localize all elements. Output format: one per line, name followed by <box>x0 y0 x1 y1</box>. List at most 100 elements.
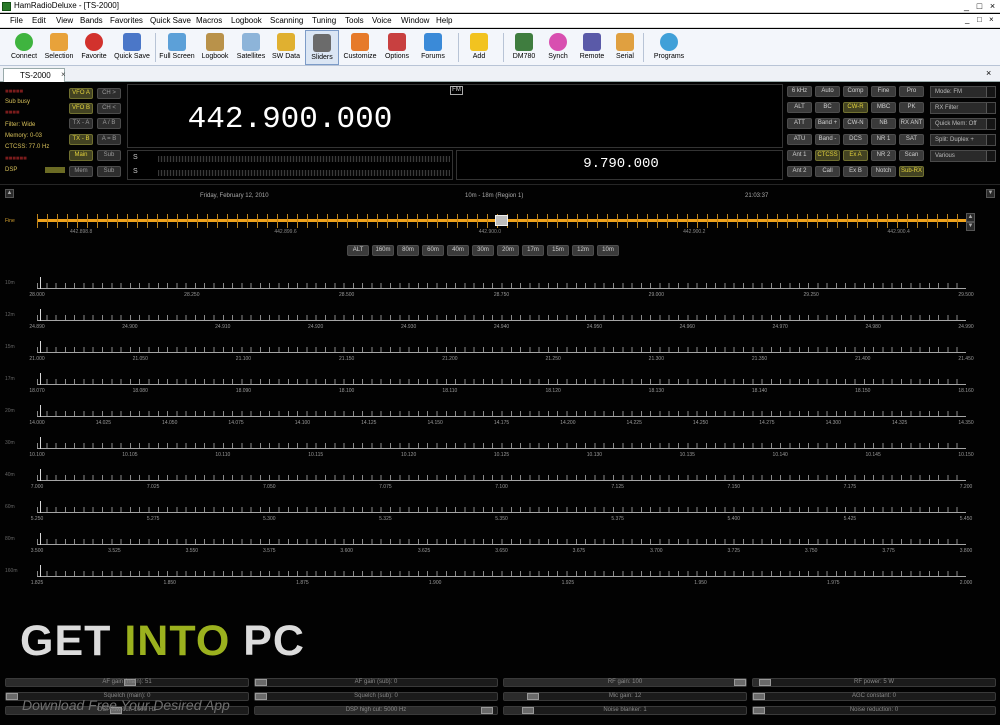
band-ruler[interactable] <box>37 277 966 289</box>
func-button-0-2[interactable]: Comp <box>843 86 868 97</box>
func-button-0-1[interactable]: Auto <box>815 86 840 97</box>
programs-button[interactable]: Programs <box>648 30 690 65</box>
band-ruler[interactable] <box>37 309 966 321</box>
band-cursor[interactable] <box>40 341 41 353</box>
func-button-2-3[interactable]: NB <box>871 118 896 129</box>
func-button-5-2[interactable]: Ex B <box>843 166 868 177</box>
func-button-3-4[interactable]: SAT <box>899 134 924 145</box>
options-button[interactable]: Options <box>381 30 413 65</box>
func-button-5-4[interactable]: Sub-RX <box>899 166 924 177</box>
scroll-up-button[interactable]: ▲ <box>5 189 14 198</box>
func-button-1-3[interactable]: MBC <box>871 102 896 113</box>
slider-0-0[interactable]: AF gain (main): 51 <box>5 678 249 687</box>
connect-button[interactable]: Connect <box>7 30 41 65</box>
dm780-button[interactable]: DM780 <box>508 30 540 65</box>
band-button-80m[interactable]: 80m <box>397 245 419 256</box>
fine-scroll-up-button[interactable]: ▲ <box>966 213 975 222</box>
menu-quick-save[interactable]: Quick Save <box>150 16 191 25</box>
func-button-3-3[interactable]: NR 1 <box>871 134 896 145</box>
band-cursor[interactable] <box>40 565 41 577</box>
func-button-4-3[interactable]: NR 2 <box>871 150 896 161</box>
sub-mem-button[interactable]: Sub <box>97 166 121 177</box>
split-dropdown[interactable]: Split: Duplex + <box>930 134 996 146</box>
band-cursor[interactable] <box>40 501 41 513</box>
band-scale-10m[interactable]: 10m 28.000 28.250 28.500 28.750 29.000 29.250 2… <box>0 277 1000 307</box>
tx-a-button[interactable]: TX - A <box>69 118 93 129</box>
remote-button[interactable]: Remote <box>576 30 608 65</box>
tab-close-icon[interactable]: × <box>61 70 66 79</box>
synch-button[interactable]: Synch <box>543 30 573 65</box>
func-button-4-0[interactable]: Ant 1 <box>787 150 812 161</box>
func-button-2-0[interactable]: ATT <box>787 118 812 129</box>
menu-view[interactable]: View <box>56 16 73 25</box>
band-scale-20m[interactable]: 20m 14.000 14.025 14.050 14.075 14.100 14.125 1… <box>0 405 1000 435</box>
band-scale-30m[interactable]: 30m 10.100 10.105 10.110 10.115 10.120 10.125 1… <box>0 437 1000 467</box>
menu-window[interactable]: Window <box>401 16 429 25</box>
quick-mem-dropdown[interactable]: Quick Mem: Off <box>930 118 996 130</box>
mdi-close-button[interactable]: × <box>989 15 994 24</box>
ch-down-button[interactable]: CH < <box>97 103 121 114</box>
band-button-17m[interactable]: 17m <box>522 245 544 256</box>
slider-1-2[interactable]: Mic gain: 12 <box>503 692 747 701</box>
band-scale-60m[interactable]: 60m 5.250 5.275 5.300 5.325 5.350 5.375 5.400 5.… <box>0 501 1000 531</box>
menu-edit[interactable]: Edit <box>32 16 46 25</box>
mem-button[interactable]: Mem <box>69 166 93 177</box>
slider-0-2[interactable]: RF gain: 100 <box>503 678 747 687</box>
band-cursor[interactable] <box>40 309 41 321</box>
band-button-alt[interactable]: ALT <box>347 245 369 256</box>
menu-macros[interactable]: Macros <box>196 16 222 25</box>
func-button-5-0[interactable]: Ant 2 <box>787 166 812 177</box>
func-button-4-2[interactable]: Ex A <box>843 150 868 161</box>
minimize-button[interactable]: _ <box>960 1 973 12</box>
func-button-4-4[interactable]: Scan <box>899 150 924 161</box>
a-b-swap-button[interactable]: A / B <box>97 118 121 129</box>
band-ruler[interactable] <box>37 437 966 449</box>
band-cursor[interactable] <box>40 405 41 417</box>
slider-2-2[interactable]: Noise blanker: 1 <box>503 706 747 715</box>
menu-favorites[interactable]: Favorites <box>110 16 143 25</box>
menu-scanning[interactable]: Scanning <box>270 16 303 25</box>
func-button-0-0[interactable]: 6 kHz <box>787 86 812 97</box>
band-button-12m[interactable]: 12m <box>572 245 594 256</box>
ch-up-button[interactable]: CH > <box>97 88 121 99</box>
full-screen-button[interactable]: Full Screen <box>158 30 196 65</box>
func-button-4-1[interactable]: CTCSS <box>815 150 840 161</box>
mode-dropdown[interactable]: Mode: FM <box>930 86 996 98</box>
band-cursor[interactable] <box>40 469 41 481</box>
sliders-button[interactable]: Sliders <box>305 30 339 65</box>
func-button-2-4[interactable]: RX ANT <box>899 118 924 129</box>
band-cursor[interactable] <box>40 373 41 385</box>
band-ruler[interactable] <box>37 501 966 513</box>
menu-logbook[interactable]: Logbook <box>231 16 262 25</box>
a-equals-b-button[interactable]: A = B <box>97 134 121 145</box>
document-close-button[interactable]: × <box>986 68 991 78</box>
favorite-button[interactable]: Favorite <box>78 30 110 65</box>
func-button-0-4[interactable]: Pro <box>899 86 924 97</box>
func-button-1-4[interactable]: PK <box>899 102 924 113</box>
func-button-3-1[interactable]: Band - <box>815 134 840 145</box>
tx-b-button[interactable]: TX - B <box>69 134 93 145</box>
customize-button[interactable]: Customize <box>341 30 379 65</box>
band-scale-12m[interactable]: 12m 24.890 24.900 24.910 24.920 24.930 24.940 2… <box>0 309 1000 339</box>
band-button-30m[interactable]: 30m <box>472 245 494 256</box>
fine-tuning-cursor[interactable] <box>495 215 508 226</box>
slider-0-3[interactable]: RF power: 5 W <box>752 678 996 687</box>
band-button-60m[interactable]: 60m <box>422 245 444 256</box>
slider-1-3[interactable]: AGC constant: 0 <box>752 692 996 701</box>
func-button-2-2[interactable]: CW-N <box>843 118 868 129</box>
band-button-40m[interactable]: 40m <box>447 245 469 256</box>
func-button-0-3[interactable]: Fine <box>871 86 896 97</box>
band-ruler[interactable] <box>37 533 966 545</box>
mdi-restore-button[interactable]: □ <box>977 15 982 24</box>
close-button[interactable]: × <box>986 1 999 12</box>
band-button-20m[interactable]: 20m <box>497 245 519 256</box>
band-button-160m[interactable]: 160m <box>372 245 394 256</box>
band-ruler[interactable] <box>37 565 966 577</box>
sub-button[interactable]: Sub <box>97 150 121 161</box>
band-ruler[interactable] <box>37 341 966 353</box>
menu-file[interactable]: File <box>10 16 23 25</box>
various-dropdown[interactable]: Various <box>930 150 996 162</box>
mdi-minimize-button[interactable]: _ <box>965 15 969 24</box>
menu-help[interactable]: Help <box>436 16 452 25</box>
vfo-a-button[interactable]: VFO A <box>69 88 93 99</box>
